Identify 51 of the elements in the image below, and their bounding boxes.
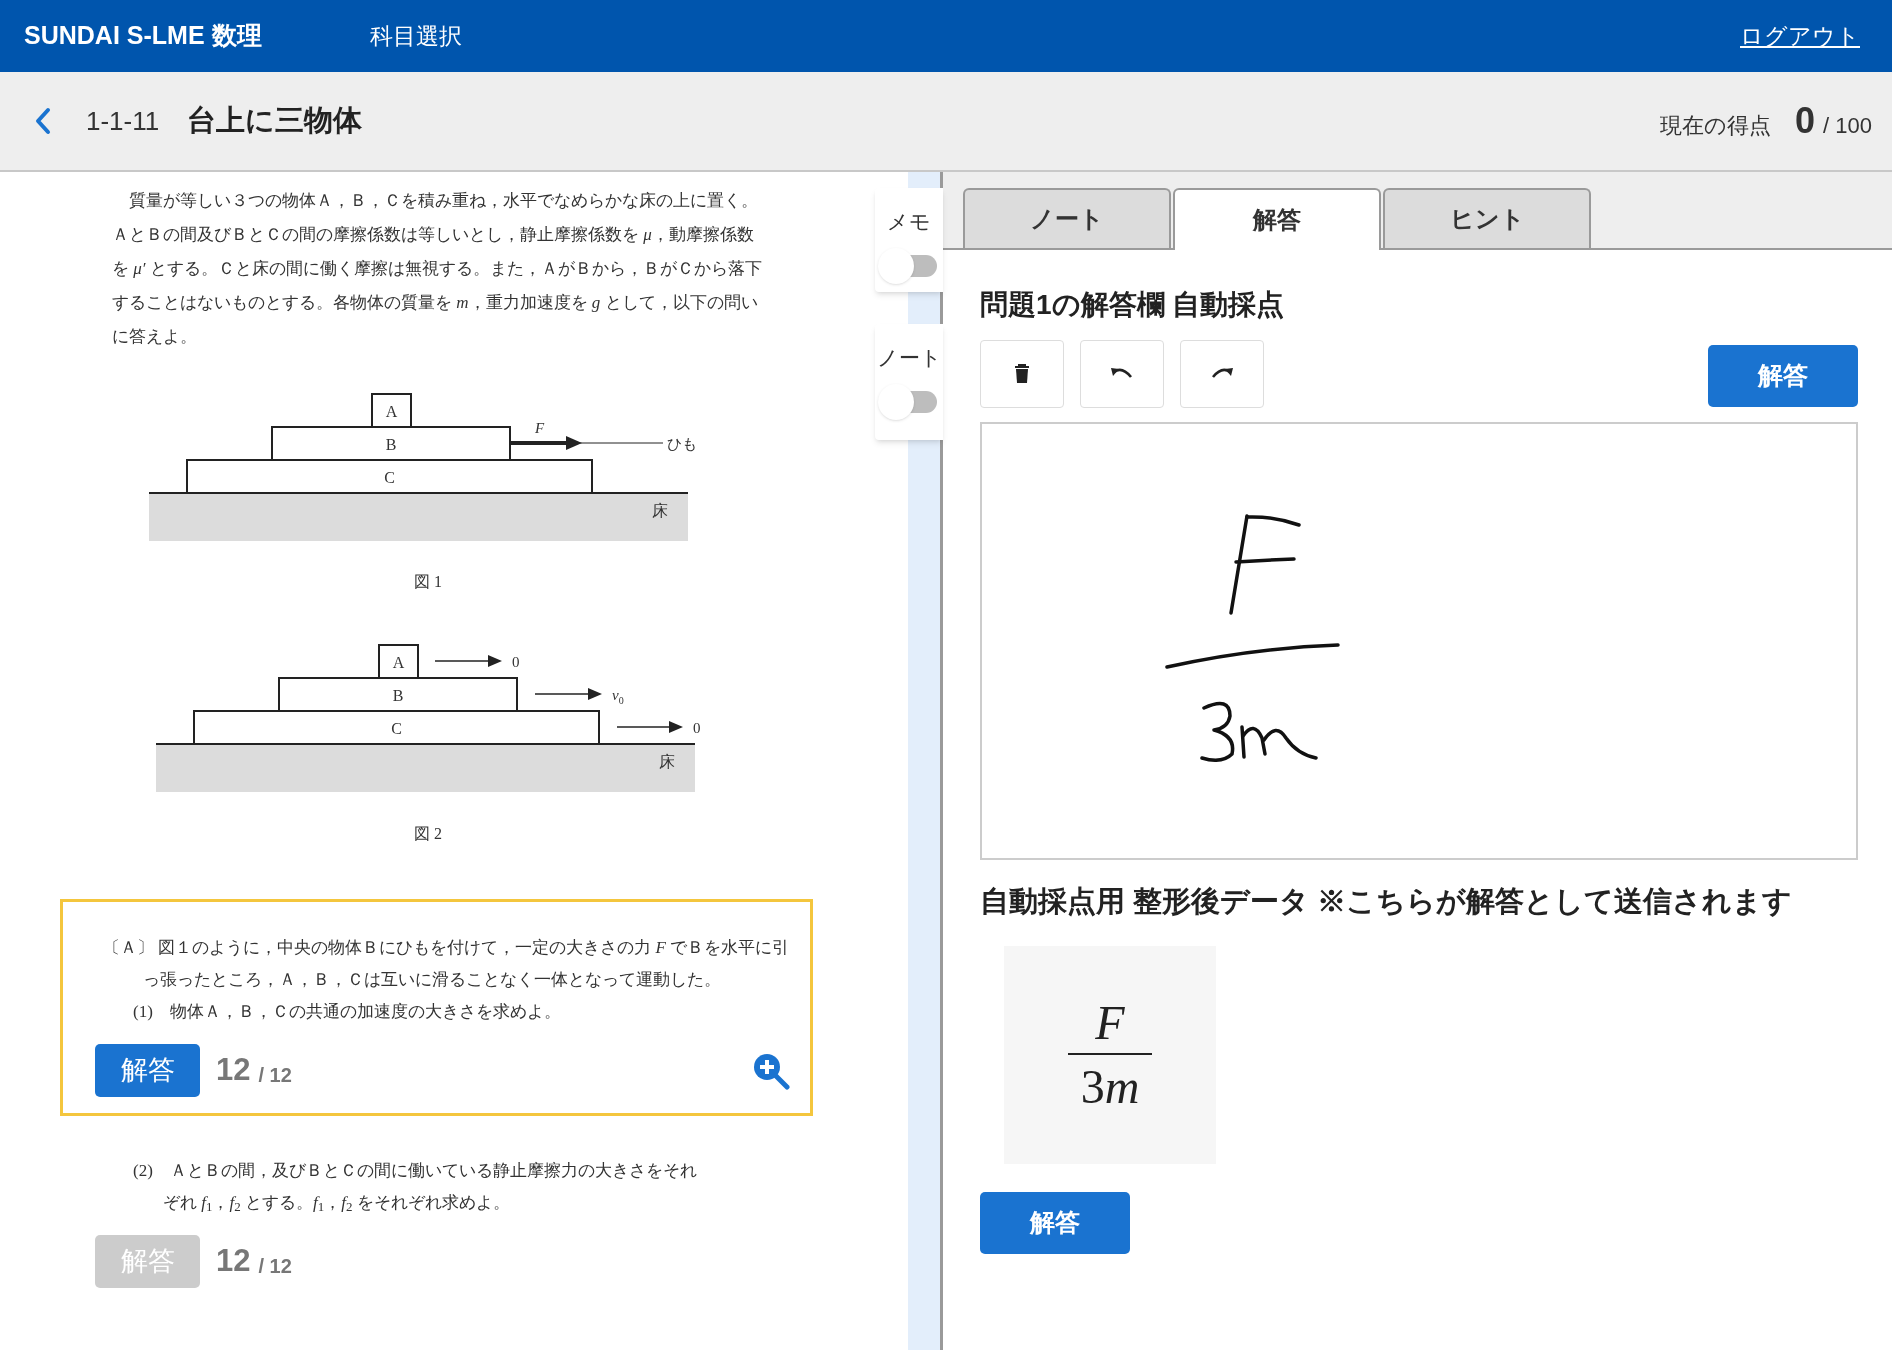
numerator: F: [1094, 994, 1126, 1051]
score-label: 現在の得点: [1660, 111, 1772, 140]
question-max-score: / 12: [258, 1062, 292, 1088]
velocity-label: 0: [693, 720, 701, 736]
tab[interactable]: 解答: [1173, 188, 1381, 250]
tab[interactable]: ヒント: [1383, 188, 1591, 248]
answer-button[interactable]: 解答: [95, 1044, 200, 1097]
floor-label: 床: [659, 753, 675, 770]
floor-label: 床: [652, 502, 668, 519]
zoom-in-icon[interactable]: [752, 1051, 790, 1090]
undo-icon[interactable]: [1080, 340, 1164, 408]
figure-caption: 図 2: [414, 825, 442, 842]
clear-icon[interactable]: [980, 340, 1064, 408]
arrow-icon: [534, 688, 602, 700]
block-label: A: [385, 402, 398, 420]
redo-icon[interactable]: [1180, 340, 1264, 408]
current-score: 0: [1795, 99, 1816, 143]
tab[interactable]: ノート: [963, 188, 1171, 248]
toggle-label: メモ: [887, 209, 931, 235]
block-label: B: [392, 686, 404, 704]
question-text: (1) 物体Ａ，Ｂ，Ｃの共通の加速度の大きさを求めよ。: [133, 1001, 562, 1023]
drawing-canvas[interactable]: [980, 422, 1858, 860]
toggle-label: ノート: [876, 345, 942, 371]
block-label: C: [391, 719, 402, 737]
arrow-icon: [616, 721, 683, 733]
velocity-label: v$_{0}$: [612, 687, 624, 706]
subject-select-link[interactable]: 科目選択: [369, 18, 462, 54]
formatted-data-heading: 自動採点用 整形後データ ※こちらが解答として送信されます: [980, 884, 1794, 919]
question-score: 12: [216, 1051, 251, 1090]
string-label: ひも: [667, 436, 697, 452]
block-label: A: [392, 653, 405, 671]
score-total: / 100: [1823, 111, 1872, 140]
block-label: B: [385, 435, 397, 453]
problem-title: 台上に三物体: [187, 103, 363, 139]
block-label: C: [384, 468, 395, 486]
question-text: 〔Ａ〕 図１のように，中央の物体Ｂにひもを付けて，一定の大きさの力 F でＢを水平に引っ張ったところ，Ａ，Ｂ，Ｃは互いに滑ることなく一体となって運動した。: [103, 937, 791, 991]
logout-link[interactable]: ログアウト: [1740, 18, 1860, 54]
submit-button[interactable]: 解答: [980, 1191, 1130, 1254]
question-max-score: / 12: [258, 1253, 292, 1279]
arrow-icon: [434, 655, 502, 667]
force-label: F: [535, 420, 545, 436]
app-title: SUNDAI S-LME 数理: [24, 20, 262, 52]
answer-heading: 問題1の解答欄 自動採点: [980, 288, 1286, 322]
question-text: (2) ＡとＢの間，及びＢとＣの間に働いている静止摩擦力の大きさをそれぞれ f$_{1}$，f$_{2}$ とする。f$_{1}$，f$_{2}$ をそれぞれ求めよ。: [133, 1160, 698, 1217]
problem-text: 質量が等しい３つの物体Ａ，Ｂ，Ｃを積み重ね，水平でなめらかな床の上に置く。ＡとＢの間及びＢとＣの間の摩擦係数は等しいとし，静止摩擦係数を μ，動摩擦係数を μ′ とする。Ｃと床の間に働く摩擦は無視する。また，ＡがＢから，ＢがＣから落下することはないものとする。各物体の質量を m，重力加速度を g として，以下の問いに答えよ。: [112, 190, 763, 348]
problem-code: 1-1-11: [86, 104, 160, 138]
denominator: 3m: [1079, 1058, 1141, 1115]
figure-caption: 図 1: [414, 573, 442, 590]
submit-button[interactable]: 解答: [1708, 345, 1858, 407]
question-score: 12: [216, 1242, 251, 1281]
velocity-label: 0: [512, 654, 520, 670]
